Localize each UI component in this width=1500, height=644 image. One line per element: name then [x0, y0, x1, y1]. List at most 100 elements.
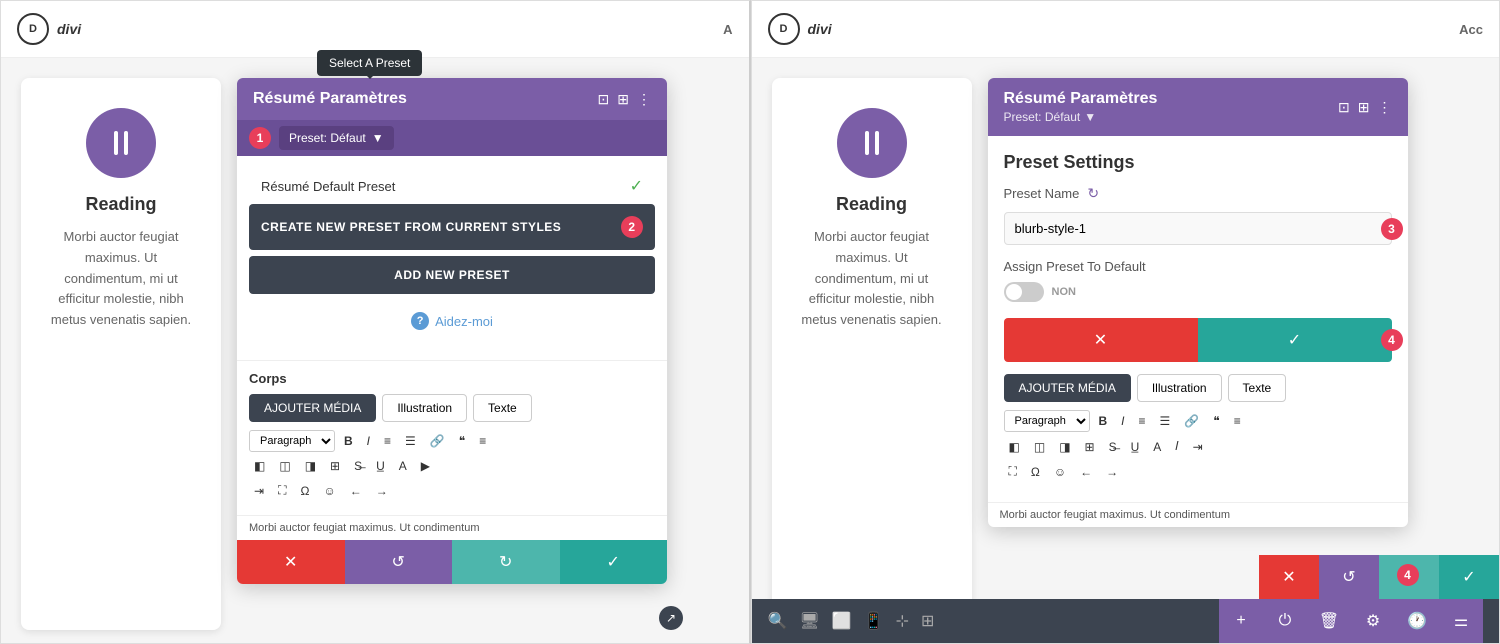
right-paragraph-select[interactable]: Paragraph — [1004, 410, 1090, 432]
right-save-btn[interactable]: ✓ — [1439, 555, 1499, 599]
assign-label: Assign Preset To Default — [1004, 259, 1392, 274]
create-preset-button[interactable]: CREATE NEW PRESET FROM CURRENT STYLES 2 — [249, 204, 655, 250]
r-table[interactable]: ⊞ — [1080, 437, 1100, 457]
r-align-left[interactable]: ◧ — [1004, 437, 1025, 457]
cursor-icon[interactable]: ⊹ — [896, 611, 909, 631]
r-omega[interactable]: Ω — [1026, 462, 1045, 482]
preset-default-item[interactable]: Résumé Default Preset ✓ — [249, 168, 655, 204]
right-expand-icon[interactable]: ⊡ — [1338, 99, 1350, 116]
trash-btn[interactable]: 🗑 — [1307, 599, 1351, 643]
popup-header-left: Résumé Paramètres — [253, 90, 407, 108]
tab-illustration[interactable]: Illustration — [382, 394, 467, 422]
underline-btn[interactable]: U̲ — [371, 456, 390, 476]
tab-texte[interactable]: Texte — [473, 394, 532, 422]
ul-btn[interactable]: ≡ — [379, 431, 396, 451]
phone-icon[interactable]: 📱 — [864, 611, 884, 631]
right-link-btn[interactable]: 🔗 — [1179, 411, 1204, 431]
preset-selector[interactable]: Preset: Défaut ▼ — [279, 126, 394, 150]
right-tab-illustration[interactable]: Illustration — [1137, 374, 1222, 402]
right-ul-btn[interactable]: ≡ — [1134, 411, 1151, 431]
assign-toggle[interactable] — [1004, 282, 1044, 302]
right-more-icon[interactable]: ⋮ — [1378, 99, 1392, 116]
clock-btn[interactable]: 🕐 — [1395, 599, 1439, 643]
undo-btn[interactable]: ← — [345, 481, 367, 501]
r-italic2[interactable]: 𝐼 — [1170, 436, 1183, 457]
add-btn[interactable]: + — [1219, 599, 1263, 643]
ol-btn[interactable]: ☰ — [400, 431, 421, 451]
right-tab-media[interactable]: AJOUTER MÉDIA — [1004, 374, 1131, 402]
r-indent[interactable]: ⇥ — [1188, 437, 1208, 457]
redo-button[interactable]: ↻ — [452, 540, 560, 584]
right-ol-btn[interactable]: ☰ — [1155, 411, 1176, 431]
grid-icon[interactable]: ⊞ — [921, 611, 934, 631]
right-header: D divi Acc — [752, 1, 1500, 58]
r-redo[interactable]: → — [1101, 462, 1123, 482]
strikethrough-btn[interactable]: S̶ — [349, 456, 367, 476]
align-right-btn[interactable]: ◨ — [300, 456, 321, 476]
r-underline[interactable]: U̲ — [1126, 437, 1145, 457]
tab-media[interactable]: AJOUTER MÉDIA — [249, 394, 376, 422]
right-quote-btn[interactable]: ❝ — [1208, 411, 1224, 431]
link-btn[interactable]: 🔗 — [425, 431, 450, 451]
paragraph-select[interactable]: Paragraph — [249, 430, 335, 452]
align-center-btn[interactable]: ◫ — [274, 456, 295, 476]
add-preset-button[interactable]: ADD NEW PRESET — [249, 256, 655, 294]
more-format-btn[interactable]: ▶ — [416, 456, 435, 476]
color-btn[interactable]: A — [394, 456, 412, 476]
emoji-btn[interactable]: ☺ — [318, 481, 340, 501]
right-tab-texte[interactable]: Texte — [1228, 374, 1287, 402]
preset-name-input[interactable] — [1004, 212, 1392, 245]
r-undo[interactable]: ← — [1075, 462, 1097, 482]
help-link[interactable]: ? Aidez-moi — [249, 306, 655, 336]
r-strike[interactable]: S̶ — [1104, 437, 1122, 457]
refresh-icon[interactable]: ↻ — [1087, 185, 1099, 202]
tablet-icon[interactable]: ⬜ — [832, 611, 852, 631]
more-icon[interactable]: ⋮ — [637, 91, 651, 108]
desktop-icon[interactable]: 🖥 — [799, 611, 819, 631]
power-btn[interactable]: ⏻ — [1263, 599, 1307, 643]
step-4-badge-inner: 4 — [1381, 329, 1403, 351]
right-card-title: Reading — [796, 194, 948, 215]
right-columns-icon[interactable]: ⊞ — [1358, 99, 1370, 116]
right-align-btn[interactable]: ≡ — [1229, 411, 1246, 431]
text-preview: Morbi auctor feugiat maximus. Ut condime… — [237, 515, 667, 540]
table-btn[interactable]: ⊞ — [325, 456, 345, 476]
left-content: Reading Morbi auctor feugiat maximus. Ut… — [1, 58, 749, 644]
save-button[interactable]: ✓ — [560, 540, 668, 584]
toggle-wrap: NON — [1004, 282, 1392, 302]
settings-btn[interactable]: ⚙ — [1351, 599, 1395, 643]
reset-button[interactable]: ↺ — [345, 540, 453, 584]
right-reset-btn[interactable]: ↺ — [1319, 555, 1379, 599]
corps-tabs: AJOUTER MÉDIA Illustration Texte — [249, 394, 655, 422]
dropdown-arrow-right: ▼ — [1084, 110, 1096, 124]
r-color[interactable]: A — [1148, 437, 1166, 457]
redo-btn[interactable]: → — [371, 481, 393, 501]
align-left-btn[interactable]: ◧ — [249, 456, 270, 476]
right-toolbar-row-3: ⛶ Ω ☺ ← → — [1004, 461, 1392, 482]
preset-tooltip: Select A Preset — [317, 50, 422, 76]
confirm-cancel-btn[interactable]: ✕ — [1004, 318, 1198, 362]
columns-icon[interactable]: ⊞ — [617, 91, 629, 108]
quote-btn[interactable]: ❝ — [454, 431, 470, 451]
right-brand-name: divi — [808, 21, 832, 37]
r-fullscreen[interactable]: ⛶ — [1004, 461, 1022, 482]
align-btn[interactable]: ≡ — [474, 431, 491, 451]
card-body: Morbi auctor feugiat maximus. Ut condime… — [45, 227, 197, 331]
right-bold-btn[interactable]: B — [1094, 411, 1113, 431]
bold-btn[interactable]: B — [339, 431, 358, 451]
expand-icon[interactable]: ⊡ — [598, 91, 610, 108]
columns-btn[interactable]: ⚌ — [1439, 599, 1483, 643]
indent-btn[interactable]: ⇥ — [249, 481, 269, 501]
italic-btn[interactable]: I — [362, 431, 375, 451]
search-bottom-icon[interactable]: 🔍 — [768, 611, 788, 631]
step-2-badge: 2 — [621, 216, 643, 238]
r-align-right[interactable]: ◨ — [1054, 437, 1075, 457]
right-cancel-btn[interactable]: ✕ — [1259, 555, 1319, 599]
confirm-save-btn[interactable]: ✓ — [1198, 318, 1392, 362]
fullscreen-btn[interactable]: ⛶ — [273, 480, 291, 501]
cancel-button[interactable]: ✕ — [237, 540, 345, 584]
r-align-center[interactable]: ◫ — [1029, 437, 1050, 457]
r-emoji[interactable]: ☺ — [1049, 462, 1071, 482]
omega-btn[interactable]: Ω — [295, 481, 314, 501]
right-italic-btn[interactable]: I — [1116, 411, 1129, 431]
